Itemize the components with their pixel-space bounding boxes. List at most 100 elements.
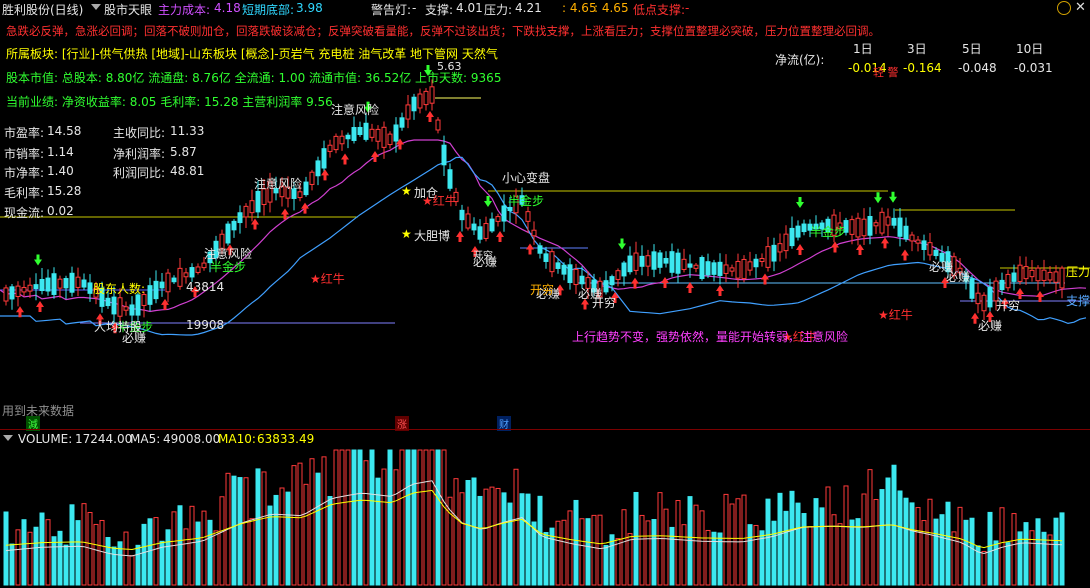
- volume-bar: [585, 518, 591, 586]
- candle-body: [1005, 273, 1011, 289]
- volume-bar: [579, 518, 585, 586]
- volume-bar: [123, 531, 129, 586]
- gross-label: 毛利率:: [4, 186, 45, 200]
- candle-body: [147, 285, 153, 305]
- volume-bar: [717, 532, 723, 586]
- range-b: : 4.65: [594, 1, 629, 15]
- netflow-period-3d: 3日: [907, 42, 927, 56]
- volume-bar: [291, 465, 297, 586]
- volume-bar: [639, 514, 645, 586]
- dropdown-icon[interactable]: [91, 4, 101, 10]
- candle-body: [297, 191, 303, 199]
- candle-body: [933, 249, 939, 257]
- candle-body: [375, 128, 381, 142]
- volume-bar: [963, 519, 969, 586]
- buy-arrow-icon: [371, 151, 379, 162]
- candle-body: [363, 122, 369, 140]
- sell-arrow-icon: [34, 254, 42, 266]
- bizhuan-6: 必赚: [978, 319, 1003, 333]
- volume-bar: [789, 490, 795, 586]
- candle-body: [849, 219, 855, 235]
- trading-motto: 急跌必反弹，急涨必回调；回落不破则加仓，回落跌破该减仓；反弹突破看量能，反弹不过…: [6, 24, 880, 38]
- buy-arrow-icon: [856, 244, 864, 255]
- volume-bar: [111, 546, 117, 586]
- indicator-name[interactable]: 股市天眼: [104, 1, 152, 18]
- candle-body: [531, 229, 537, 237]
- candle-body: [411, 96, 417, 112]
- volume-bar: [39, 512, 45, 586]
- buy-arrow-icon: [796, 244, 804, 255]
- buy-arrow-icon: [341, 153, 349, 165]
- volume-bar: [75, 520, 81, 586]
- candle-body: [129, 304, 135, 316]
- volume-bar: [957, 506, 963, 586]
- candle-body: [345, 134, 351, 140]
- candle-body: [1053, 271, 1059, 283]
- close-icon[interactable]: ✕: [1075, 0, 1086, 15]
- volume-bar: [813, 498, 819, 586]
- volume-bar: [927, 498, 933, 586]
- circle-button-icon[interactable]: [1057, 1, 1071, 15]
- candle-body: [723, 264, 729, 274]
- volume-bar: [51, 536, 57, 586]
- candle-body: [651, 251, 657, 270]
- volume-bar: [855, 518, 861, 586]
- pe-label: 市盈率:: [4, 126, 45, 140]
- candle-body: [309, 171, 315, 185]
- volume-bar: [897, 490, 903, 586]
- candle-body: [909, 234, 915, 242]
- ma10-value: 63833.49: [257, 432, 315, 446]
- netflow-period-5d: 5日: [962, 42, 982, 56]
- volume-bar: [399, 449, 405, 586]
- volume-dropdown-icon[interactable]: [3, 435, 13, 441]
- candle-body: [249, 200, 255, 214]
- volume-bar: [321, 456, 327, 586]
- volume-bar: [519, 493, 525, 586]
- dadanbo-star-icon: ★: [401, 227, 412, 241]
- volume-bar: [915, 507, 921, 586]
- volume-bar: [201, 510, 207, 586]
- volume-bar: [1059, 512, 1065, 586]
- volume-bar: [183, 528, 189, 586]
- profit-yoy-label: 利润同比:: [113, 166, 166, 180]
- volume-bar: [231, 475, 237, 586]
- volume-bar: [21, 519, 27, 586]
- candle-body: [315, 160, 321, 177]
- volume-bar: [873, 498, 879, 586]
- volume-bar: [63, 544, 69, 586]
- volume-bar: [699, 510, 705, 586]
- candle-body: [555, 262, 561, 269]
- banjinbu-3: 半金步: [810, 225, 847, 239]
- candle-body: [759, 257, 765, 263]
- candle-body: [381, 126, 387, 148]
- stock-title[interactable]: 胜利股份(日线): [2, 1, 83, 18]
- volume-bar: [591, 514, 597, 586]
- volume-bar: [141, 523, 147, 586]
- volume-bar: [69, 504, 75, 586]
- buy-arrow-icon: [881, 237, 889, 249]
- candle-body: [435, 119, 441, 131]
- volume-bar: [333, 449, 339, 586]
- volume-label: VOLUME:: [18, 432, 73, 446]
- candle-body: [333, 135, 339, 151]
- volume-bar: [945, 501, 951, 586]
- volume-bar: [1023, 522, 1029, 586]
- volume-bar: [879, 489, 885, 586]
- kaiqiong-4: 开穷: [530, 283, 555, 297]
- volume-bar: [849, 519, 855, 586]
- banjinbu-2: 半金步: [508, 194, 545, 208]
- candle-body: [459, 209, 465, 221]
- candle-body: [669, 251, 675, 273]
- volume-bar: [153, 517, 159, 586]
- candle-body: [549, 251, 555, 273]
- candle-body: [33, 284, 39, 290]
- main-cost-value: 4.18: [214, 1, 241, 15]
- candle-body: [969, 278, 975, 299]
- candle-body: [255, 190, 261, 213]
- volume-bar: [885, 477, 891, 586]
- candle-body: [9, 286, 15, 300]
- candle-body: [159, 281, 165, 289]
- volume-bar: [777, 492, 783, 586]
- candle-body: [567, 264, 573, 284]
- volume-bar: [99, 519, 105, 586]
